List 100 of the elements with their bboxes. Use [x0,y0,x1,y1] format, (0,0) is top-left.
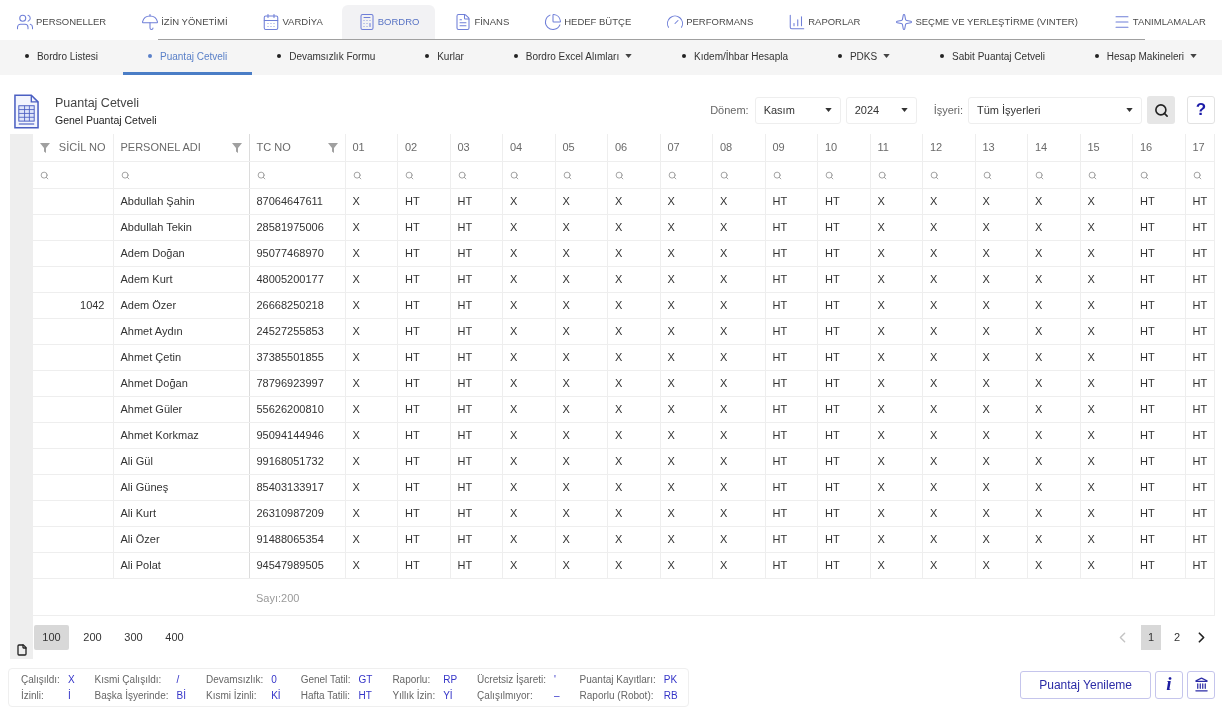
column-header[interactable]: 09 [772,139,785,156]
table-cell: X [975,370,1028,397]
sub-nav-tab[interactable]: Devamsızlık Formu [252,40,401,75]
column-header[interactable]: 11 [877,139,889,156]
info-button[interactable]: i [1155,670,1183,699]
column-header[interactable]: 10 [825,139,838,156]
filter-icon[interactable] [231,142,242,153]
sub-nav-tab[interactable]: PDKS [813,40,916,75]
nav-tab[interactable]: SEÇME VE YERLEŞTİRME (VINTER) [879,5,1094,39]
table-cell: X [1080,344,1133,371]
column-header[interactable]: 06 [615,139,628,156]
column-header[interactable]: 13 [982,139,995,156]
table-cell: X [712,552,765,579]
column-header[interactable]: 08 [720,139,733,156]
column-header[interactable]: 01 [352,139,365,156]
table-cell: X [607,214,660,241]
column-header[interactable]: 03 [457,139,470,156]
table-cell: HT [817,188,870,215]
table-cell: Abdullah Tekin [113,214,249,241]
table-cell: HT [397,526,450,553]
table-cell: HT [765,370,818,397]
sub-nav-tab[interactable]: Puantaj Cetveli [123,40,253,75]
table-cell: HT [765,448,818,475]
table-cell: Ali Polat [113,552,249,579]
nav-tab[interactable]: RAPORLAR [772,5,877,39]
legend-label: Başka İşyerinde: [94,689,170,702]
search-icon [1192,170,1202,180]
nav-tab[interactable]: FİNANS [438,5,526,39]
table-cell: X [870,214,923,241]
search-icon [510,170,519,180]
filter-icon[interactable] [40,142,50,153]
table-cell: X [555,370,608,397]
table-cell: X [922,240,975,267]
table-cell: X [607,240,660,267]
table-cell: X [660,266,713,293]
column-header[interactable]: 04 [510,139,523,156]
year-dropdown[interactable]: 2024 [845,96,917,124]
table-cell: 95077468970 [249,240,345,267]
column-header[interactable]: 12 [930,139,943,156]
table-cell: X [1027,318,1080,345]
sub-nav-tab[interactable]: Bordro Excel Alımları [488,40,658,75]
search-icon [720,170,729,180]
table-cell: X [712,370,765,397]
search-icon [1087,170,1097,180]
nav-tab[interactable]: BORDRO [341,5,436,39]
sub-nav-tab[interactable]: Sabit Puantaj Cetveli [915,40,1070,75]
table-cell: X [555,214,608,241]
calculator-icon [357,13,376,31]
nav-tab[interactable]: VARDİYA [246,5,339,39]
caret-down-icon [900,108,908,112]
table-cell: X [555,500,608,527]
refresh-button[interactable]: Puantaj Yenileme [1020,670,1151,699]
page-size-option[interactable]: 400 [157,625,192,650]
legend-label: Raporlu (Robot): [579,689,655,702]
search-button[interactable] [1147,96,1175,124]
page-size-option[interactable]: 100 [34,625,69,650]
table-cell: HT [397,422,450,449]
column-header[interactable]: PERSONEL ADI [120,139,201,156]
document-icon[interactable] [15,643,28,657]
nav-tab[interactable]: PERFORMANS [650,5,770,39]
nav-tab[interactable]: PERSONELLER [0,5,123,39]
workplace-dropdown[interactable]: Tüm İşyerleri [968,96,1142,124]
nav-tab[interactable]: TANIMLAMALAR [1096,5,1222,39]
table-cell: X [712,292,765,319]
column-header[interactable]: 02 [405,139,418,156]
table-cell: Ahmet Korkmaz [113,422,249,449]
table-cell: X [555,526,608,553]
column-header[interactable]: 17 [1192,139,1205,156]
column-header[interactable]: 15 [1087,139,1100,156]
bank-button[interactable] [1187,670,1215,699]
table-cell: Ali Gül [113,448,249,475]
column-header[interactable]: 07 [667,139,680,156]
table-cell: 26310987209 [249,500,345,527]
column-header[interactable]: TC NO [256,139,291,156]
nav-tab[interactable]: İZİN YÖNETİMİ [125,5,244,39]
page-size-option[interactable]: 200 [75,625,110,650]
sub-nav-tab[interactable]: Bordro Listesi [0,40,124,75]
column-header[interactable]: SİCİL NO [58,139,106,156]
column-header[interactable]: 16 [1140,139,1153,156]
column-header[interactable]: 14 [1035,139,1048,156]
table-cell: HT [817,396,870,423]
sub-nav-tab[interactable]: Kurlar [400,40,489,75]
page-button[interactable]: 1 [1141,625,1161,650]
legend-label: Çalışılmıyor: [477,689,534,702]
table-cell: HT [765,500,818,527]
page-button[interactable]: 2 [1167,625,1187,650]
filter-icon[interactable] [327,142,338,153]
help-button[interactable]: ? [1187,96,1215,124]
sub-nav-tab[interactable]: Hesap Makineleri [1069,40,1222,75]
table-cell: X [555,344,608,371]
table-cell: X [607,344,660,371]
table-cell: X [502,552,555,579]
table-cell: HT [1132,292,1185,319]
page-size-option[interactable]: 300 [116,625,151,650]
table-cell: 91488065354 [249,526,345,553]
column-header[interactable]: 05 [562,139,575,156]
month-dropdown[interactable]: Kasım [754,96,841,124]
sub-nav-tab[interactable]: Kıdem/İhbar Hesapla [657,40,813,75]
table-cell: X [502,474,555,501]
nav-tab[interactable]: HEDEF BÜTÇE [528,5,648,39]
